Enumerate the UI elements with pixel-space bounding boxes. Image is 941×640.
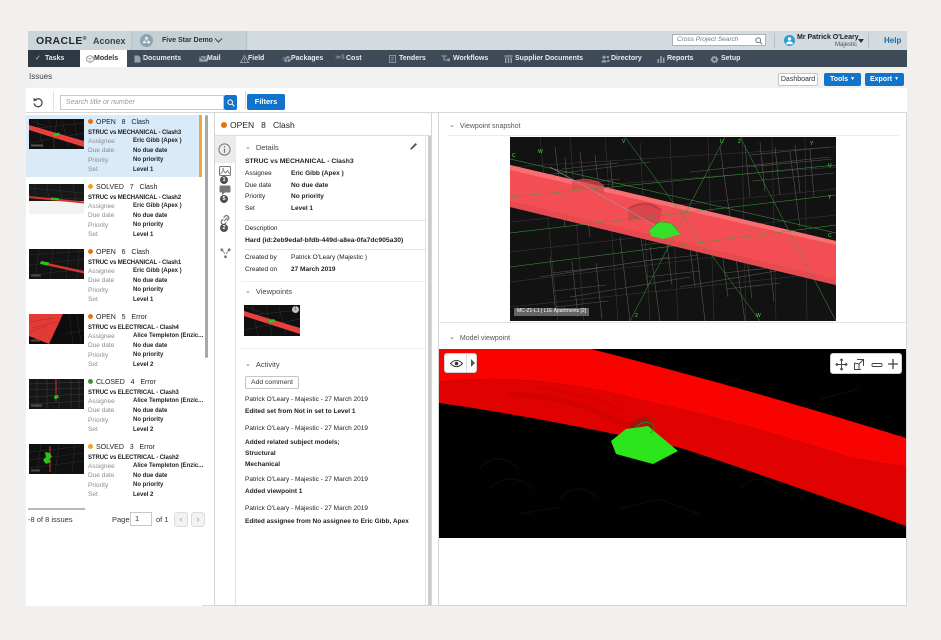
svg-text:C: C xyxy=(828,233,832,239)
svg-text:2: 2 xyxy=(738,139,741,145)
svg-text:2: 2 xyxy=(635,313,638,319)
svg-text:U: U xyxy=(828,163,832,169)
svg-text:C: C xyxy=(512,153,516,159)
svg-text:W: W xyxy=(756,313,761,319)
svg-text:W: W xyxy=(538,149,543,155)
svg-text:U: U xyxy=(720,139,724,145)
